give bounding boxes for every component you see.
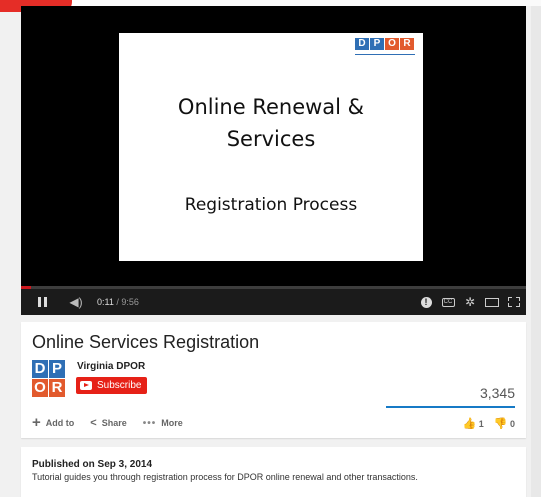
pause-icon[interactable]	[29, 289, 55, 315]
channel-name[interactable]: Virginia DPOR	[77, 361, 145, 372]
slide-title-line2: Services	[226, 127, 316, 151]
avatar-letter-r: R	[49, 379, 65, 397]
captions-icon[interactable]: CC	[440, 294, 456, 310]
video-title: Online Services Registration	[32, 332, 260, 352]
slide-subtitle: Registration Process	[184, 195, 358, 215]
share-label: Share	[101, 418, 127, 428]
player-controls: ◀) 0:11 / 9:56 ! CC ✲	[21, 289, 526, 315]
logo-letter-r: R	[400, 38, 414, 50]
logo-letter-d: D	[355, 38, 369, 50]
share-icon: <	[90, 417, 97, 429]
dislike-button[interactable]: 👎 0	[494, 417, 515, 430]
share-button[interactable]: < Share	[90, 417, 126, 429]
youtube-play-icon	[80, 381, 92, 390]
video-player[interactable]: D P O R Online Renewal & Services Regist…	[21, 6, 526, 315]
avatar-letter-p: P	[49, 360, 65, 378]
like-button[interactable]: 👍 1	[463, 417, 484, 430]
description-text: Tutorial guides you through registration…	[32, 472, 418, 482]
slide-title: Online Renewal & Services	[119, 91, 423, 155]
thumbs-up-icon: 👍	[462, 418, 477, 430]
current-time: 0:11	[97, 297, 114, 307]
theater-icon[interactable]	[484, 294, 500, 310]
rating-controls: 👍 1 👎 0	[463, 417, 515, 430]
subscribe-button[interactable]: Subscribe	[76, 377, 148, 394]
thumbs-down-icon: 👎	[493, 418, 508, 430]
channel-avatar[interactable]: D P O R	[32, 360, 65, 398]
info-icon[interactable]: !	[418, 294, 434, 310]
avatar-letter-d: D	[32, 360, 48, 378]
action-bar: + Add to < Share ••• More	[32, 414, 199, 431]
logo-letter-p: P	[370, 38, 384, 50]
dpor-slide-logo: D P O R	[355, 38, 415, 55]
like-ratio-bar	[386, 406, 515, 408]
settings-icon[interactable]: ✲	[462, 294, 478, 310]
publish-date: Published on Sep 3, 2014	[32, 459, 153, 470]
sidebar-edge	[531, 6, 541, 497]
subscribe-label: Subscribe	[97, 380, 142, 391]
more-label: More	[161, 418, 183, 428]
add-to-button[interactable]: + Add to	[32, 414, 75, 431]
slide-title-line1: Online Renewal &	[177, 95, 365, 119]
more-dots-icon: •••	[142, 417, 157, 429]
more-button[interactable]: ••• More	[143, 418, 183, 429]
video-frame-slide: D P O R Online Renewal & Services Regist…	[119, 33, 423, 261]
view-count: 3,345	[479, 385, 515, 401]
video-info-card: Online Services Registration D P O R Vir…	[21, 322, 526, 438]
fullscreen-icon[interactable]	[506, 294, 522, 310]
volume-icon[interactable]: ◀)	[61, 289, 91, 315]
description-card: Published on Sep 3, 2014 Tutorial guides…	[21, 447, 526, 497]
add-to-label: Add to	[45, 418, 75, 428]
logo-letter-o: O	[385, 38, 399, 50]
time-display: 0:11 / 9:56	[97, 297, 139, 307]
duration: / 9:56	[116, 297, 139, 307]
avatar-letter-o: O	[32, 379, 48, 397]
like-count: 1	[478, 419, 484, 429]
dislike-count: 0	[509, 419, 515, 429]
plus-icon: +	[32, 414, 41, 431]
